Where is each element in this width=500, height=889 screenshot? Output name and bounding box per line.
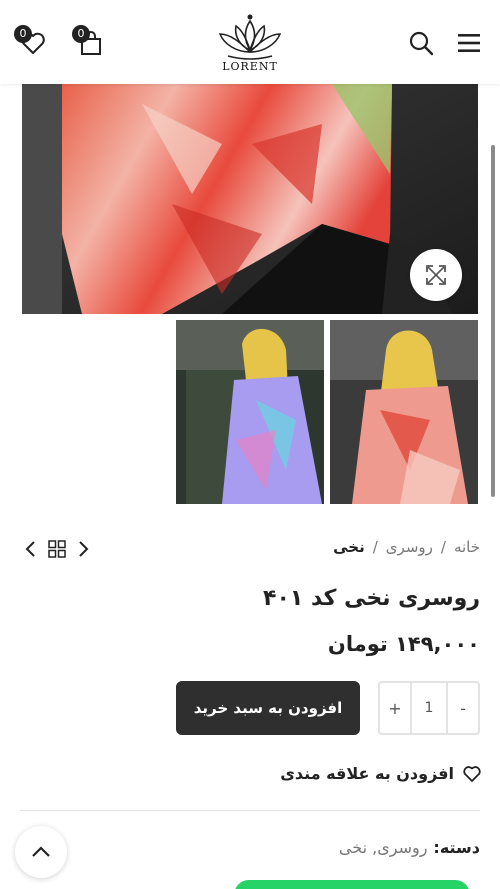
breadcrumb-separator: / xyxy=(372,538,378,556)
product-title: روسری نخی کد ۴۰۱ xyxy=(263,586,480,611)
thumbnail-1[interactable] xyxy=(176,320,324,504)
quantity-stepper: + 1 - xyxy=(378,681,480,735)
grid-icon[interactable] xyxy=(48,540,66,558)
chevron-up-icon xyxy=(32,846,50,857)
scroll-to-top-button[interactable] xyxy=(15,826,67,878)
cart-count-badge: 0 xyxy=(72,25,90,43)
wishlist-count-badge: 0 xyxy=(14,25,32,43)
category-links[interactable]: روسری, نخی xyxy=(339,838,428,857)
thumbnail-photo-red xyxy=(330,320,478,504)
divider xyxy=(20,810,480,811)
thumbnail-photo-purple xyxy=(176,320,324,504)
gallery-scrollbar[interactable] xyxy=(491,145,495,497)
add-to-wishlist-button[interactable]: افزودن به علاقه مندی xyxy=(280,764,482,783)
quantity-input[interactable]: 1 xyxy=(410,683,448,733)
wishlist-label: افزودن به علاقه مندی xyxy=(280,764,454,783)
chevron-right-icon[interactable] xyxy=(78,540,90,558)
expand-icon xyxy=(426,265,446,285)
lotus-logo-icon xyxy=(218,14,282,60)
search-icon xyxy=(409,31,434,56)
logo-text: LORENT xyxy=(222,60,278,73)
quantity-plus-button[interactable]: + xyxy=(380,683,410,733)
expand-image-button[interactable] xyxy=(410,249,462,301)
cart-header-button[interactable]: 0 xyxy=(72,25,108,60)
product-price: ۱۴۹,۰۰۰ تومان xyxy=(327,632,480,656)
breadcrumb-category[interactable]: روسری xyxy=(386,538,433,556)
search-button[interactable] xyxy=(404,26,438,60)
site-logo[interactable]: LORENT xyxy=(210,12,290,78)
breadcrumb-current[interactable]: نخی xyxy=(333,538,365,556)
breadcrumb-home[interactable]: خانه xyxy=(454,538,480,556)
thumbnail-2[interactable] xyxy=(330,320,478,504)
menu-icon xyxy=(458,34,480,52)
menu-button[interactable] xyxy=(452,26,486,60)
product-category: دسته: روسری, نخی xyxy=(339,838,480,857)
breadcrumb-separator: / xyxy=(440,538,446,556)
heart-icon xyxy=(463,765,481,782)
breadcrumb: خانه / روسری / نخی xyxy=(333,538,480,556)
whatsapp-chat-button[interactable] xyxy=(234,880,470,889)
site-header: 0 0 LORENT xyxy=(0,0,500,84)
quantity-minus-button[interactable]: - xyxy=(448,683,478,733)
category-label: دسته: xyxy=(433,838,480,857)
chevron-left-icon[interactable] xyxy=(24,540,36,558)
add-to-cart-button[interactable]: افزودن به سبد خرید xyxy=(176,681,360,735)
wishlist-header-button[interactable]: 0 xyxy=(14,25,50,60)
product-navigation xyxy=(24,540,90,558)
